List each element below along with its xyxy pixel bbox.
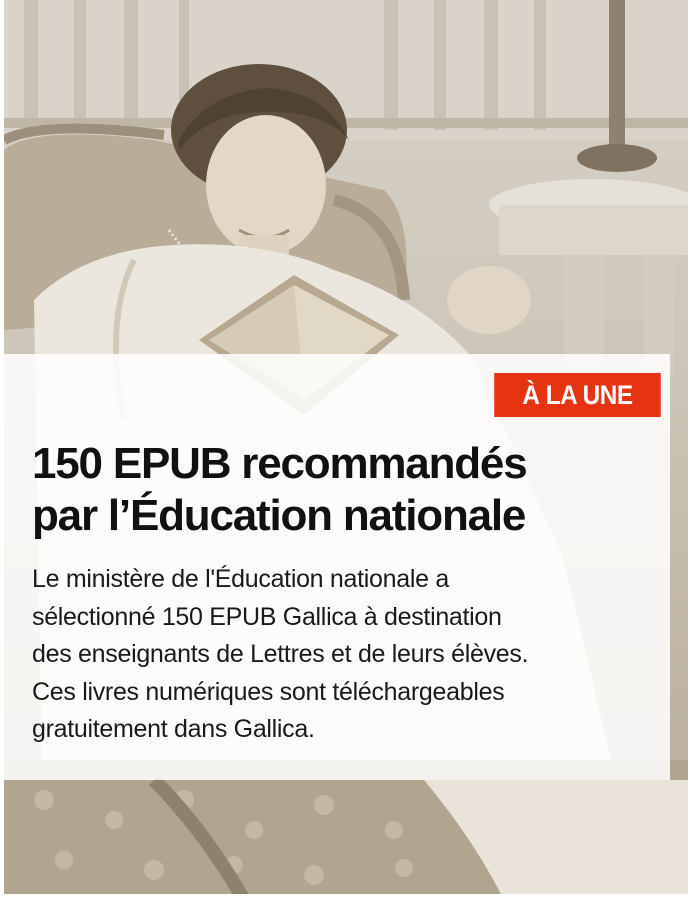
feature-title-line: 150 EPUB recommandés bbox=[32, 439, 528, 488]
feature-description-line: Le ministère de l'Éducation nationale a bbox=[32, 565, 449, 593]
feature-title[interactable]: 150 EPUB recommandés par l’Éducation nat… bbox=[32, 438, 672, 542]
feature-description: Le ministère de l'Éducation nationale a … bbox=[32, 561, 672, 749]
feature-description-line: Ces livres numériques sont téléchargeabl… bbox=[32, 677, 505, 706]
feature-title-line: par l’Éducation nationale bbox=[32, 491, 526, 540]
featured-card[interactable]: À LA UNE 150 EPUB recommandés par l’Éduc… bbox=[0, 0, 690, 898]
feature-description-line: sélectionné 150 EPUB Gallica à destinati… bbox=[32, 602, 502, 631]
feature-description-line: gratuitement dans Gallica. bbox=[32, 715, 315, 743]
feature-description-line: des enseignants de Lettres et de leurs é… bbox=[32, 640, 529, 668]
featured-badge: À LA UNE bbox=[494, 373, 661, 417]
